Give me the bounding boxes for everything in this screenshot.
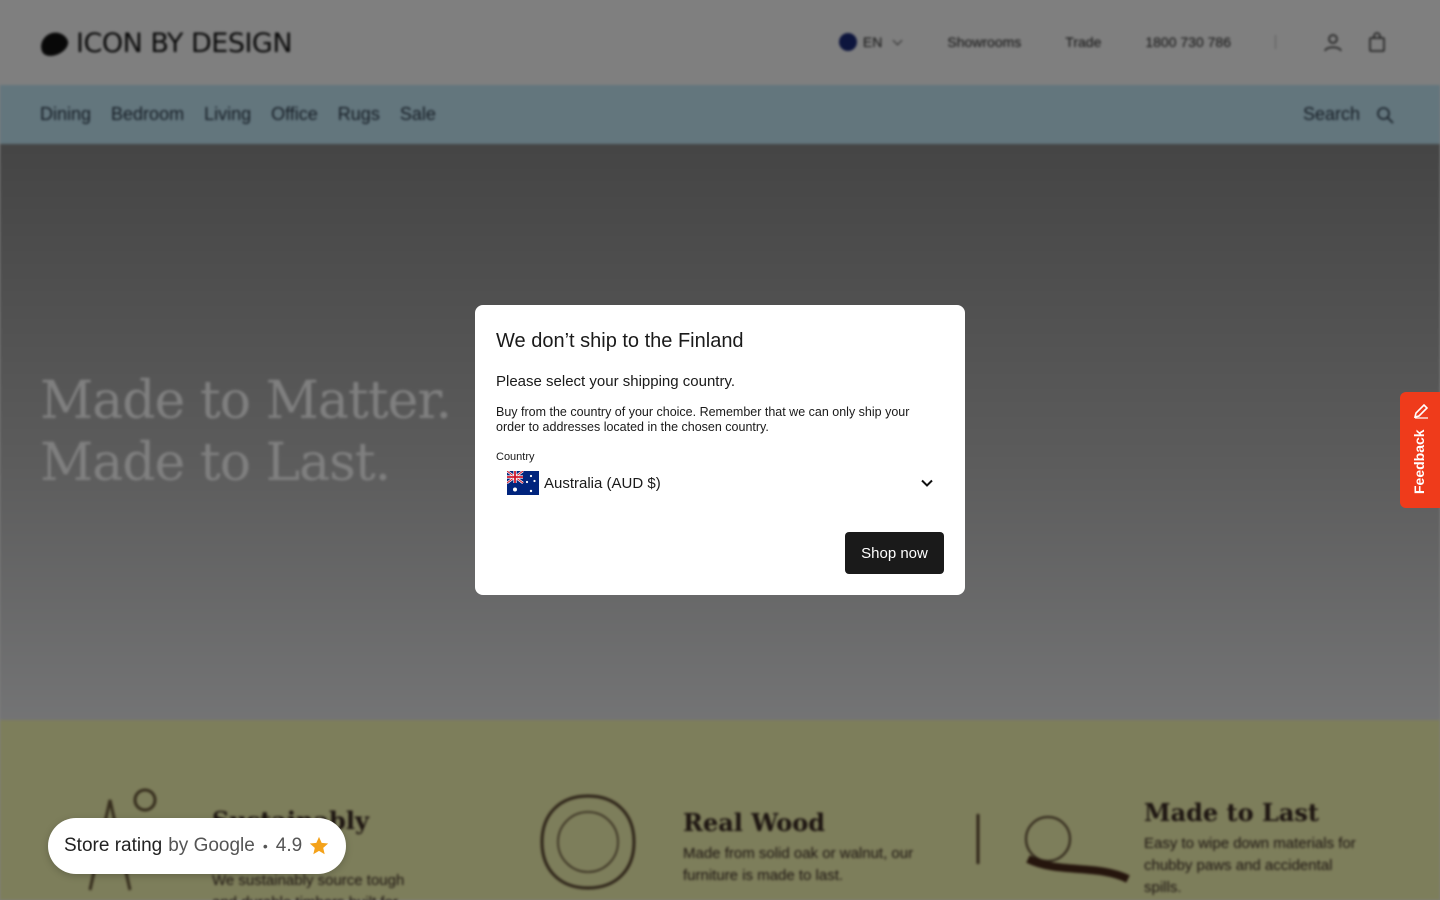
modal-description: Buy from the country of your choice. Rem… [496, 405, 910, 434]
feedback-label: Feedback [1411, 429, 1427, 494]
modal-subtitle: Please select your shipping country. [496, 373, 736, 390]
rating-source: by Google [168, 835, 255, 856]
chevron-down-icon [921, 479, 933, 487]
rating-separator: • [262, 838, 268, 854]
pen-icon [1413, 403, 1429, 419]
country-value: Australia (AUD $) [544, 474, 661, 492]
star-icon [310, 836, 329, 855]
rating-score: 4.9 [275, 835, 303, 856]
australia-flag-icon [507, 471, 539, 495]
country-label: Country [496, 451, 535, 463]
feedback-tab[interactable]: Feedback [1400, 392, 1440, 508]
shop-now-button[interactable]: Shop now [845, 532, 944, 574]
shipping-country-modal: We don’t ship to the Finland Please sele… [475, 305, 965, 595]
store-rating-badge[interactable]: Store rating by Google • 4.9 [48, 818, 346, 874]
country-select[interactable]: Australia (AUD $) [496, 466, 944, 500]
modal-title: We don’t ship to the Finland [496, 330, 744, 352]
rating-label: Store rating [64, 835, 163, 856]
